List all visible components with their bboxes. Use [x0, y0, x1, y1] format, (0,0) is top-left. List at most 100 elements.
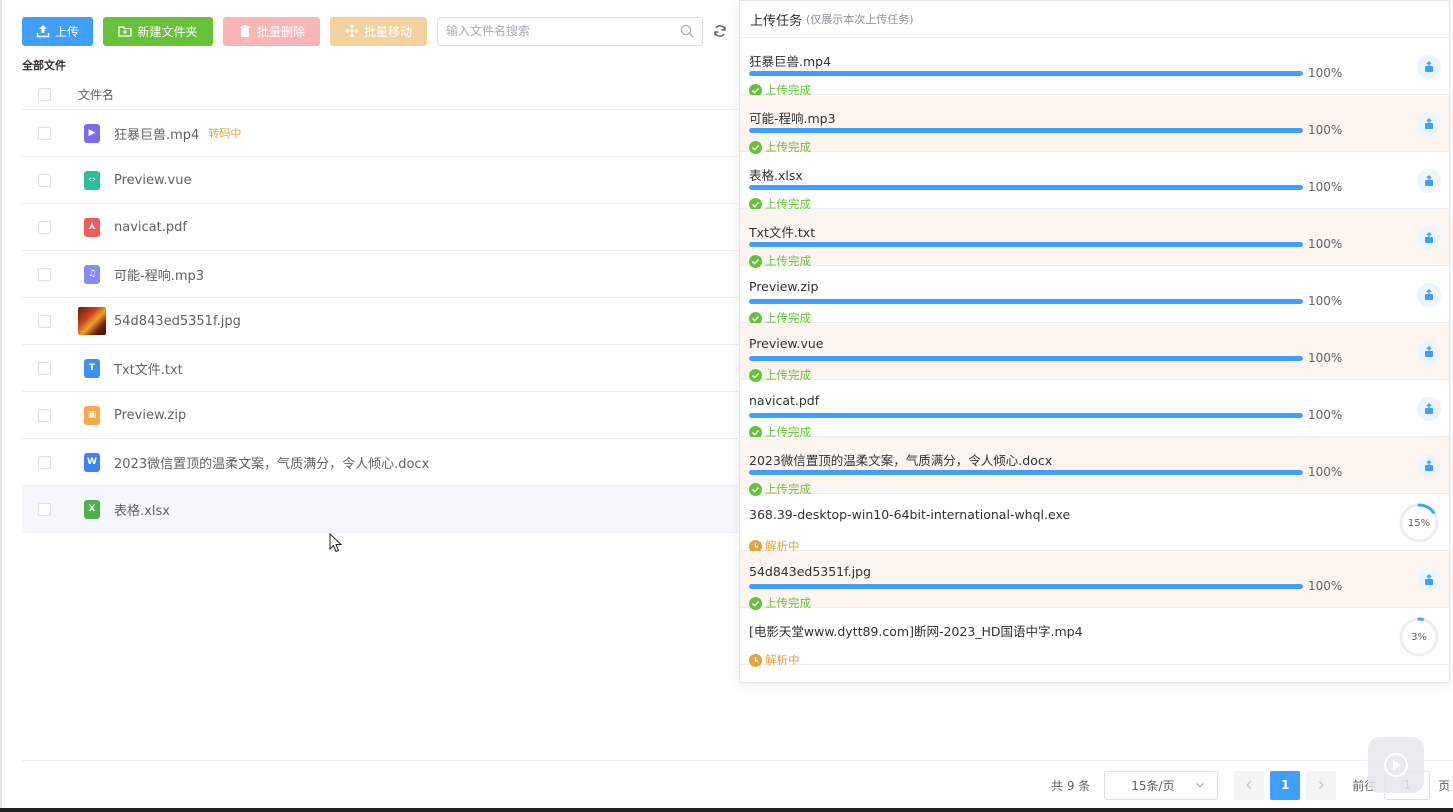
- task-file-name: 54d843ed5351f.jpg: [749, 564, 871, 579]
- search-input[interactable]: [446, 24, 680, 38]
- upload-task: 狂暴巨兽.mp4 100% 上传完成: [740, 38, 1449, 97]
- new-folder-button-label: 新建文件夹: [137, 24, 198, 39]
- batch-delete-button-label: 批量删除: [256, 24, 305, 39]
- search-icon[interactable]: [680, 24, 694, 38]
- toolbar: 上传 新建文件夹 批量删除 批量移动: [22, 16, 729, 46]
- table-row[interactable]: ♫ 可能-程响.mp3: [22, 251, 738, 298]
- share-icon[interactable]: [1417, 397, 1441, 421]
- upload-task: 表格.xlsx 100% 上传完成: [740, 152, 1449, 211]
- share-icon[interactable]: [1417, 340, 1441, 364]
- row-checkbox[interactable]: [38, 126, 51, 140]
- search-box: [437, 16, 703, 46]
- mouse-cursor-icon: [329, 533, 343, 553]
- batch-move-button-label: 批量移动: [363, 24, 412, 39]
- page-number-button[interactable]: 1: [1270, 770, 1301, 800]
- batch-delete-button[interactable]: 批量删除: [223, 16, 320, 46]
- share-icon[interactable]: [1417, 55, 1441, 79]
- progress-percent: 100%: [1308, 465, 1343, 479]
- progress-percent: 100%: [1308, 351, 1343, 365]
- excel-file-icon: X: [78, 495, 106, 523]
- progress-bar-fill: [749, 356, 1303, 361]
- taskbar-edge: [0, 808, 1453, 812]
- share-icon[interactable]: [1417, 169, 1441, 193]
- video-player-play-icon: [1368, 737, 1424, 793]
- file-name[interactable]: Preview.zip: [114, 408, 186, 423]
- row-checkbox[interactable]: [38, 408, 51, 422]
- new-folder-button[interactable]: 新建文件夹: [103, 16, 213, 46]
- progress-bar: [749, 584, 1303, 589]
- txt-file-icon: T: [78, 354, 106, 382]
- share-icon[interactable]: [1417, 454, 1441, 478]
- progress-bar-fill: [749, 128, 1303, 133]
- task-file-name: Txt文件.txt: [749, 225, 816, 240]
- breadcrumb[interactable]: 全部文件: [22, 57, 66, 73]
- progress-bar: [749, 470, 1303, 475]
- share-icon[interactable]: [1417, 283, 1441, 307]
- task-file-name: 狂暴巨兽.mp4: [749, 54, 832, 69]
- table-row[interactable]: ⅄ navicat.pdf: [22, 204, 738, 251]
- file-table: 文件名 ▶ 狂暴巨兽.mp4 转码中 ‹› Preview.vue ⅄ navi…: [22, 80, 738, 533]
- table-row[interactable]: 54d843ed5351f.jpg: [22, 298, 738, 345]
- file-name[interactable]: Txt文件.txt: [114, 359, 183, 378]
- table-row[interactable]: ▶ 狂暴巨兽.mp4 转码中: [22, 110, 738, 157]
- refresh-icon[interactable]: [711, 22, 729, 40]
- row-checkbox[interactable]: [38, 220, 51, 234]
- file-name[interactable]: Preview.vue: [114, 173, 191, 188]
- prev-page-button[interactable]: [1234, 770, 1265, 800]
- row-checkbox[interactable]: [38, 502, 51, 516]
- row-checkbox[interactable]: [38, 267, 51, 281]
- file-name[interactable]: 54d843ed5351f.jpg: [114, 314, 241, 329]
- progress-bar: [749, 185, 1303, 190]
- file-name[interactable]: 表格.xlsx: [114, 500, 170, 519]
- zip-file-icon: ▣: [78, 401, 106, 429]
- clock-icon: [749, 653, 762, 667]
- progress-bar: [749, 413, 1303, 418]
- task-status-text: 解析中: [765, 653, 800, 667]
- batch-move-button[interactable]: 批量移动: [330, 16, 427, 46]
- row-checkbox[interactable]: [38, 314, 51, 328]
- progress-percent: 100%: [1308, 579, 1343, 593]
- progress-bar-fill: [749, 185, 1303, 190]
- file-name[interactable]: 2023微信置顶的温柔文案，气质满分，令人倾心.docx: [114, 453, 429, 472]
- page-size-select[interactable]: 15条/页: [1104, 770, 1219, 800]
- progress-bar: [749, 299, 1303, 304]
- upload-button-label: 上传: [54, 24, 79, 39]
- progress-bar-fill: [749, 71, 1303, 76]
- progress-bar: [749, 356, 1303, 361]
- upload-panel-header: 上传任务 (仅展示本次上传任务): [740, 1, 1449, 38]
- pdf-file-icon: ⅄: [78, 213, 106, 241]
- file-name[interactable]: 可能-程响.mp3: [114, 265, 204, 284]
- table-row[interactable]: T Txt文件.txt: [22, 345, 738, 392]
- task-file-name: 表格.xlsx: [749, 168, 803, 183]
- progress-bar: [749, 128, 1303, 133]
- row-checkbox[interactable]: [38, 173, 51, 187]
- file-manager: 上传 新建文件夹 批量删除 批量移动 全部文件 文件名 ▶: [0, 0, 1453, 808]
- chevron-left-icon: [1246, 781, 1252, 789]
- pagination-divider: [22, 760, 1453, 761]
- table-row[interactable]: W 2023微信置顶的温柔文案，气质满分，令人倾心.docx: [22, 439, 738, 486]
- upload-task: 2023微信置顶的温柔文案，气质满分，令人倾心.docx 100% 上传完成: [740, 437, 1449, 496]
- select-all-checkbox[interactable]: [38, 88, 51, 101]
- upload-button[interactable]: 上传: [22, 16, 93, 46]
- table-row[interactable]: ‹› Preview.vue: [22, 157, 738, 204]
- row-checkbox[interactable]: [38, 455, 51, 469]
- progress-bar: [749, 242, 1303, 247]
- upload-panel-title: 上传任务: [750, 13, 803, 29]
- task-status: 解析中: [749, 652, 800, 668]
- row-checkbox[interactable]: [38, 361, 51, 375]
- file-name[interactable]: navicat.pdf: [114, 220, 187, 235]
- share-icon[interactable]: [1417, 112, 1441, 136]
- next-page-button[interactable]: [1306, 770, 1337, 800]
- upload-task: Preview.vue 100% 上传完成: [740, 323, 1449, 382]
- total-count: 共 9 条: [1051, 778, 1091, 793]
- chevron-down-icon: [1196, 783, 1205, 788]
- table-row[interactable]: X 表格.xlsx: [22, 486, 738, 533]
- progress-ring-label: 3%: [1411, 631, 1427, 643]
- share-icon[interactable]: [1417, 226, 1441, 250]
- progress-percent: 100%: [1308, 180, 1343, 194]
- progress-ring-label: 15%: [1407, 517, 1431, 529]
- table-row[interactable]: ▣ Preview.zip: [22, 392, 738, 439]
- share-icon[interactable]: [1417, 568, 1441, 592]
- file-name[interactable]: 狂暴巨兽.mp4: [114, 124, 199, 143]
- progress-bar-fill: [749, 299, 1303, 304]
